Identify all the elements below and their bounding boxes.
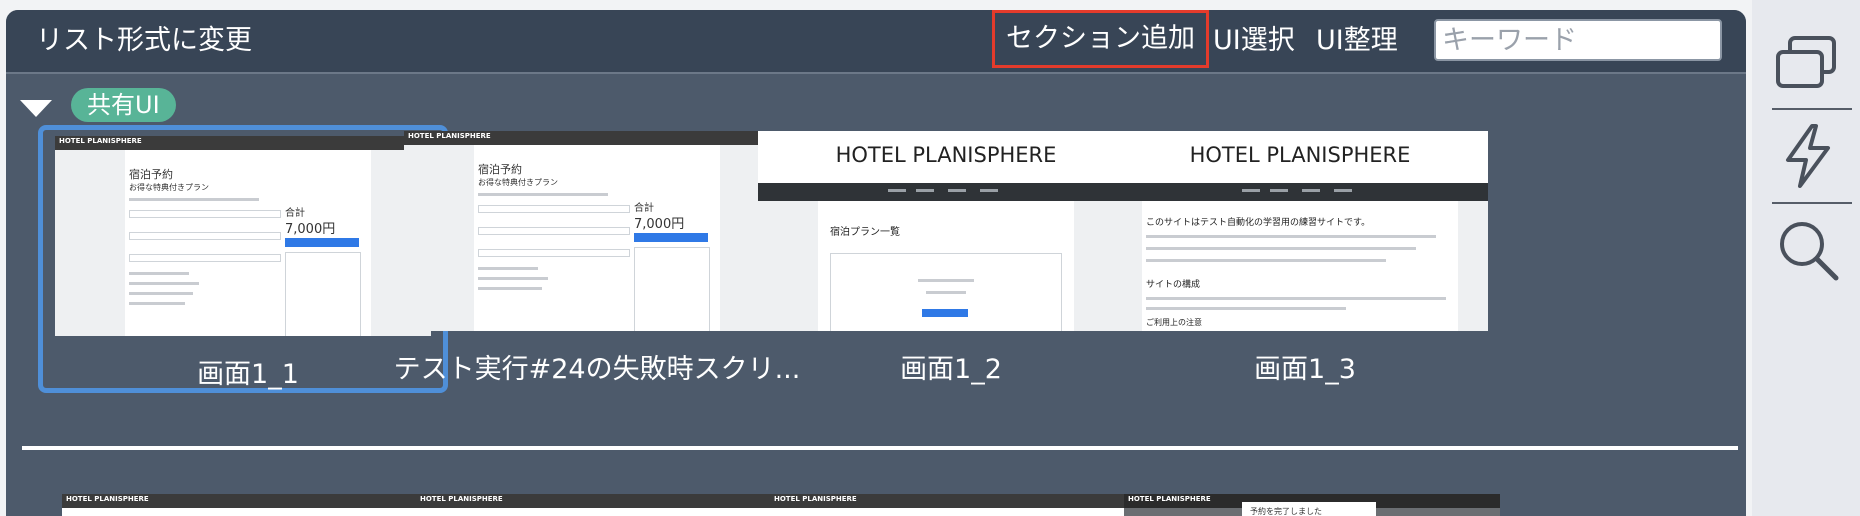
thumb-plan-list [285,252,361,336]
thumb-total-label: 合計 [285,208,305,219]
thumb-brand: HOTEL PLANISPHERE [59,137,142,145]
thumb-nav [1112,183,1488,201]
ui-card[interactable]: HOTEL PLANISPHERE このサイトはテスト自動化の学習用の練習サイト… [1100,125,1510,393]
thumb-plan: お得な特典付きプラン [129,183,209,192]
section-badge[interactable]: 共有UI [71,88,176,122]
card-thumbnail[interactable]: HOTEL PLANISPHERE 予約を完了しました [1124,494,1500,516]
thumb-hotel-title: HOTEL PLANISPHERE [835,143,1057,167]
windows-icon[interactable] [1772,28,1844,100]
lightning-icon[interactable] [1772,120,1844,192]
thumb-title: 宿泊予約 [129,168,173,181]
thumb-brand: HOTEL PLANISPHERE [1128,495,1211,503]
card-thumbnail[interactable]: HOTEL PLANISPHERE [416,494,792,516]
ui-catalog-panel: リスト形式に変更 セクション追加 UI選択 UI整理 共有UI HOTEL PL… [6,10,1746,516]
thumb-plan: お得な特典付きプラン [478,178,558,187]
ui-organize-button[interactable]: UI整理 [1316,23,1398,59]
thumb-brand: HOTEL PLANISPHERE [420,495,503,503]
thumb-confirm-button [285,238,359,247]
card-title: テスト実行#24の失敗時スクリ... [393,354,801,385]
thumb-brand: HOTEL PLANISPHERE [66,495,149,503]
thumb-brand: HOTEL PLANISPHERE [774,495,857,503]
thumb-total-value: 7,000円 [285,222,336,237]
ui-card[interactable]: HOTEL PLANISPHERE 宿泊予約 お得な特典付きプラン 合計 7,0… [392,125,802,393]
card-title: 画面1_2 [900,354,1002,385]
card-thumbnail[interactable]: HOTEL PLANISPHERE [62,494,438,516]
thumb-nav [758,183,1134,201]
keyword-search-input[interactable] [1434,19,1722,61]
list-mode-button[interactable]: リスト形式に変更 [36,23,252,59]
card-thumbnail: HOTEL PLANISPHERE 宿泊プラン一覧 [758,131,1134,331]
right-sidebar [1752,0,1860,516]
sidebar-separator [1772,108,1852,110]
section-collapse-toggle-icon[interactable] [20,100,52,117]
card-thumbnail: HOTEL PLANISPHERE 宿泊予約 お得な特典付きプラン 合計 7,0… [404,131,780,331]
thumb-usage-notes: ご利用上の注意 [1146,318,1202,327]
sidebar-separator [1772,202,1852,204]
thumb-hotel-title: HOTEL PLANISPHERE [1189,143,1411,167]
thumb-plan-list [634,247,710,331]
thumb-reserve-button [922,309,968,317]
thumb-total-value: 7,000円 [634,217,685,232]
ui-select-button[interactable]: UI選択 [1213,23,1295,59]
card-thumbnail: HOTEL PLANISPHERE このサイトはテスト自動化の学習用の練習サイト… [1112,131,1488,331]
thumb-title: 宿泊予約 [478,163,522,176]
thumb-brand: HOTEL PLANISPHERE [408,132,491,140]
section-divider [22,446,1738,450]
card-thumbnail: HOTEL PLANISPHERE 宿泊予約 お得な特典付きプラン 合計 7,0… [55,136,431,336]
thumb-site-intro: このサイトはテスト自動化の学習用の練習サイトです。 [1146,218,1371,228]
search-icon[interactable] [1772,214,1844,286]
thumb-site-structure: サイトの構成 [1146,280,1201,290]
ui-card[interactable]: HOTEL PLANISPHERE 宿泊予約 お得な特典付きプラン 合計 7,0… [38,125,448,393]
thumb-confirm-button [634,233,708,242]
ui-card[interactable]: HOTEL PLANISPHERE 宿泊プラン一覧 画面1_2 [746,125,1156,393]
panel-toolbar: リスト形式に変更 セクション追加 UI選択 UI整理 [6,10,1746,74]
thumb-dialog: 予約を完了しました [1242,502,1376,516]
add-section-button[interactable]: セクション追加 [992,10,1209,68]
card-thumbnail[interactable]: HOTEL PLANISPHERE [770,494,1146,516]
thumb-total-label: 合計 [634,203,654,214]
card-title: 画面1_3 [1254,354,1356,385]
thumb-plan-list-title: 宿泊プラン一覧 [830,227,900,238]
